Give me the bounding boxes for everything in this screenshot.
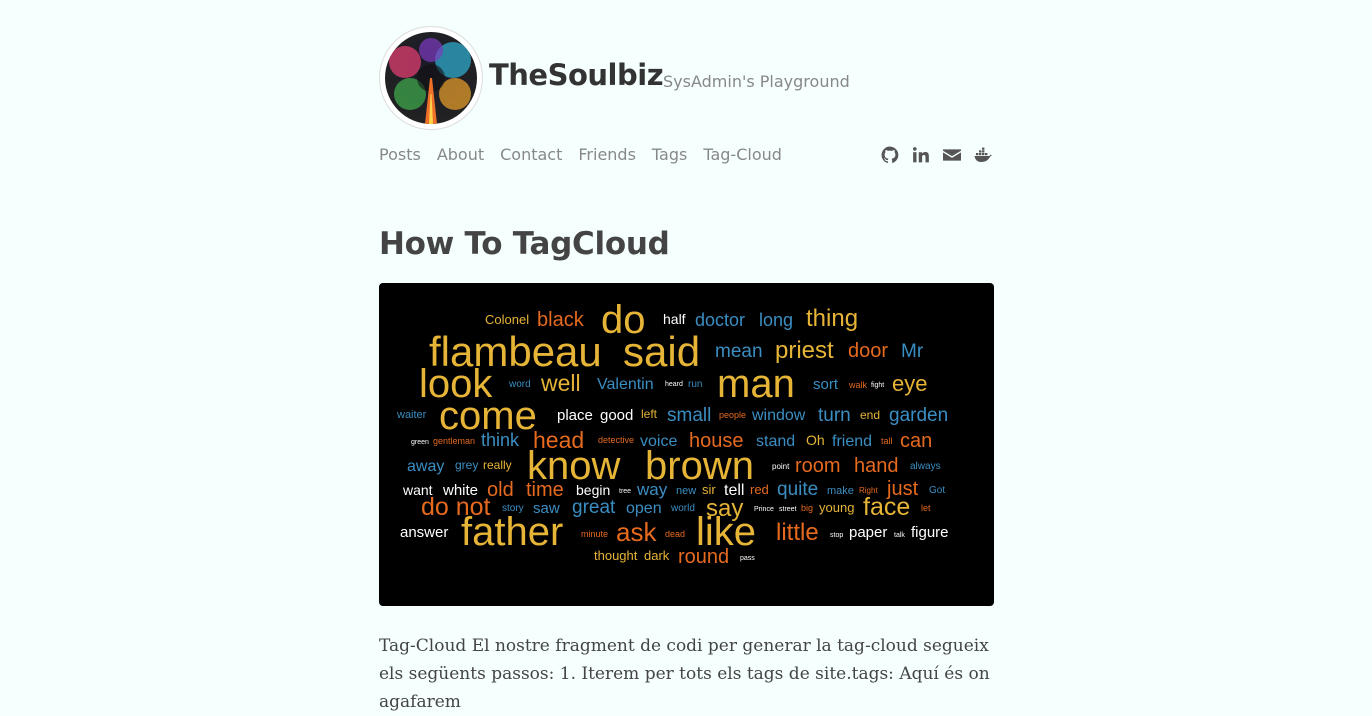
nav-posts[interactable]: Posts <box>379 144 421 166</box>
cloud-word: dark <box>644 548 670 563</box>
post-title: How To TagCloud <box>379 226 670 262</box>
cloud-word: mean <box>715 341 763 362</box>
cloud-word: long <box>759 310 793 330</box>
cloud-word: can <box>900 430 932 452</box>
cloud-word: thing <box>806 305 858 332</box>
cloud-word: good <box>600 407 633 424</box>
cloud-word: father <box>461 510 563 554</box>
cloud-word: Colonel <box>485 312 529 327</box>
cloud-word: door <box>848 340 888 362</box>
site-avatar[interactable] <box>379 26 483 130</box>
cloud-word: thought <box>594 548 638 563</box>
cloud-word: room <box>795 455 841 477</box>
site-tagline: SysAdmin's Playground <box>663 72 850 91</box>
cloud-word: tall <box>881 436 893 446</box>
cloud-word: talk <box>894 532 905 539</box>
cloud-word: waiter <box>396 409 427 421</box>
cloud-word: big <box>801 503 813 513</box>
site-title[interactable]: TheSoulbiz <box>489 58 664 92</box>
cloud-word: round <box>678 546 729 568</box>
cloud-word: old <box>487 479 514 501</box>
cloud-word: heard <box>665 381 683 388</box>
cloud-word: garden <box>889 405 948 426</box>
cloud-word: man <box>717 362 795 406</box>
cloud-word: answer <box>400 524 448 541</box>
cloud-word: world <box>670 503 695 514</box>
cloud-word: Oh <box>806 432 825 448</box>
cloud-word: place <box>557 407 593 424</box>
avatar-image <box>385 32 477 124</box>
cloud-word: great <box>572 497 616 518</box>
cloud-word: well <box>540 370 581 396</box>
cloud-word: minute <box>581 529 608 539</box>
nav-friends[interactable]: Friends <box>578 144 636 166</box>
cloud-word: people <box>719 410 746 420</box>
cloud-word: half <box>663 311 686 327</box>
cloud-word: said <box>623 328 700 375</box>
cloud-word: Got <box>929 485 945 496</box>
cloud-word: Prince <box>754 506 774 513</box>
cloud-word: doctor <box>695 310 745 330</box>
cloud-word: left <box>641 407 658 421</box>
cloud-word: small <box>667 405 711 426</box>
nav-about[interactable]: About <box>437 144 484 166</box>
cloud-word: Mr <box>901 341 924 362</box>
post-body: Tag-Cloud El nostre fragment de codi per… <box>379 636 990 712</box>
cloud-word: priest <box>775 337 834 364</box>
cloud-word: pass <box>740 555 755 562</box>
cloud-word: young <box>819 500 854 515</box>
cloud-word: run <box>688 379 702 390</box>
cloud-word: fight <box>871 382 884 389</box>
cloud-word: street <box>779 506 797 513</box>
envelope-icon[interactable] <box>943 146 961 164</box>
docker-icon[interactable] <box>974 146 992 164</box>
cloud-word: point <box>772 462 790 471</box>
word-cloud: Colonel black do half doctor long thingflambea… <box>396 298 949 568</box>
cloud-word: green <box>411 439 429 446</box>
cloud-word: gentleman <box>433 436 475 446</box>
cloud-word: stop <box>830 532 843 539</box>
cloud-word: window <box>751 407 806 424</box>
cloud-word: begin <box>576 482 610 498</box>
cloud-word: red <box>750 482 769 497</box>
cloud-word: tree <box>619 488 631 495</box>
cloud-word: figure <box>911 524 949 541</box>
cloud-word: eye <box>892 371 927 396</box>
main-nav: Posts About Contact Friends Tags Tag-Clo… <box>379 144 798 166</box>
cloud-word: grey <box>455 458 478 472</box>
cloud-word: make <box>827 485 854 497</box>
cloud-word: end <box>860 408 880 422</box>
cloud-word: face <box>863 493 910 521</box>
cloud-word: walk <box>848 380 868 390</box>
cloud-word: stand <box>756 433 795 450</box>
linkedin-icon[interactable] <box>912 146 930 164</box>
cloud-word: friend <box>832 433 872 450</box>
cloud-word: sort <box>813 376 839 393</box>
cloud-word: Valentin <box>597 376 654 393</box>
cloud-word: way <box>636 480 668 499</box>
cloud-word: quite <box>777 479 818 500</box>
cloud-word: little <box>776 519 819 546</box>
cloud-word: always <box>910 461 941 472</box>
cloud-word: turn <box>818 405 851 426</box>
cloud-word: word <box>508 379 531 390</box>
cloud-word: really <box>483 458 512 472</box>
nav-contact[interactable]: Contact <box>500 144 562 166</box>
cloud-word: away <box>407 458 444 475</box>
cloud-word: ask <box>616 517 657 547</box>
tag-cloud-image: Colonel black do half doctor long thing flambea… <box>379 283 994 606</box>
cloud-word: dead <box>665 529 685 539</box>
cloud-word: paper <box>849 524 887 541</box>
nav-tags[interactable]: Tags <box>652 144 687 166</box>
cloud-word: think <box>481 430 520 450</box>
cloud-word: time <box>526 479 564 501</box>
cloud-word: new <box>676 485 696 497</box>
github-icon[interactable] <box>881 146 899 164</box>
nav-tag-cloud[interactable]: Tag-Cloud <box>703 144 782 166</box>
cloud-word: hand <box>854 455 899 477</box>
social-links <box>881 146 1005 164</box>
cloud-word: open <box>626 500 662 517</box>
cloud-word: let <box>921 503 931 513</box>
